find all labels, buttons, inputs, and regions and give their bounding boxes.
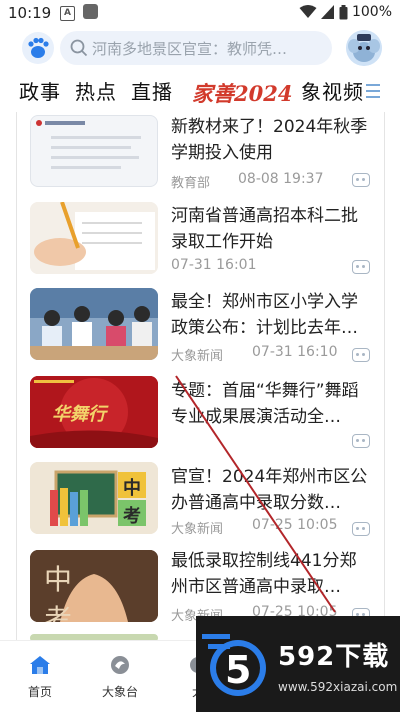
news-title[interactable]: 新教材来了！2024年秋季学期投入使用 (171, 114, 371, 166)
news-title[interactable]: 河南省普通高招本科二批录取工作开始 (171, 203, 371, 255)
news-feed[interactable]: 新教材来了！2024年秋季学期投入使用 教育部 08-08 19:37 河南省普… (0, 112, 400, 640)
news-thumbnail-dance-event: 华舞行 (30, 376, 158, 448)
news-item[interactable]: 华舞行 专题：首届“华舞行”舞蹈专业成果展演活动全… (0, 376, 400, 463)
news-source: 教育部 (171, 176, 211, 191)
tab-xiangshipin[interactable]: 象视频 (301, 76, 364, 105)
zhongkao-block-char-1: 中 (123, 478, 141, 499)
news-item[interactable]: 河南省普通高招本科二批录取工作开始 07-31 16:01 (0, 200, 400, 287)
news-item[interactable]: 中 考 官宣！2024年郑州市区公办普通高中录取分数… 大象新闻 07-25 1… (0, 462, 400, 549)
status-time: 10:19 (8, 4, 52, 22)
comment-icon[interactable] (352, 522, 370, 536)
home-icon (30, 656, 50, 674)
news-thumbnail-zhongkao-hands: 中 考 (30, 550, 158, 622)
dance-event-logo-text: 华舞行 (52, 404, 106, 425)
news-thumbnail-classroom (30, 288, 158, 360)
search-input[interactable]: 河南多地景区官宣：教师凭… (60, 31, 332, 65)
comment-icon[interactable] (352, 173, 370, 187)
search-icon (70, 39, 88, 57)
watermark-title: 592下载 (278, 642, 390, 672)
news-title[interactable]: 最低录取控制线441分郑州市区普通高中录取… (171, 548, 371, 600)
avatar[interactable] (346, 30, 382, 66)
news-title[interactable]: 官宣！2024年郑州市区公办普通高中录取分数… (171, 464, 371, 516)
news-item[interactable]: 新教材来了！2024年秋季学期投入使用 教育部 08-08 19:37 (0, 112, 400, 199)
tab-zhengshi[interactable]: 政事 (19, 76, 61, 105)
tab-label: 大象台 (101, 685, 138, 699)
news-thumbnail-exam (30, 202, 158, 274)
battery-icon (339, 4, 348, 19)
comment-icon[interactable] (352, 260, 370, 274)
wifi-icon (299, 5, 317, 18)
search-header: 河南多地景区官宣：教师凭… (0, 28, 400, 70)
watermark-badge-number: 5 (225, 648, 252, 692)
menu-icon[interactable] (366, 84, 380, 102)
elephant-tv-icon (111, 656, 129, 674)
search-placeholder: 河南多地景区官宣：教师凭… (92, 39, 288, 58)
news-time: 07-31 16:01 (171, 257, 257, 273)
status-right: 100% (299, 4, 392, 20)
tab-zhibo[interactable]: 直播 (131, 76, 173, 105)
tab-redian[interactable]: 热点 (75, 76, 117, 105)
tab-label: 首页 (27, 685, 52, 699)
notification-a-icon: A (60, 6, 75, 21)
news-thumbnail-zhongkao-blocks: 中 考 (30, 462, 158, 534)
comment-icon[interactable] (352, 434, 370, 448)
news-item[interactable]: 最全！郑州市区小学入学政策公布：计划比去年… 大象新闻 07-31 16:10 (0, 288, 400, 375)
status-bar: 10:19 A 100% (0, 0, 400, 28)
news-thumbnail-document (30, 115, 158, 187)
tab-home[interactable]: 首页 (10, 655, 70, 700)
signal-icon (320, 5, 334, 19)
watermark-592xiazai: 5 592下载 www.592xiazai.com (196, 616, 400, 712)
watermark-url: www.592xiazai.com (278, 680, 398, 694)
news-time: 07-31 16:10 (252, 344, 338, 360)
channel-nav: 政事 热点 直播 家善2024 象视频 (0, 72, 400, 112)
comment-icon[interactable] (352, 348, 370, 362)
news-title[interactable]: 最全！郑州市区小学入学政策公布：计划比去年… (171, 289, 371, 341)
tab-daxiangtai[interactable]: 大象台 (90, 655, 150, 700)
news-title[interactable]: 专题：首届“华舞行”舞蹈专业成果展演活动全… (171, 378, 371, 430)
battery-percent: 100% (351, 4, 392, 20)
app-logo-icon[interactable] (22, 32, 54, 64)
news-source: 大象新闻 (171, 522, 224, 537)
news-source: 大象新闻 (171, 349, 224, 364)
news-time: 08-08 19:37 (238, 171, 324, 187)
zhongkao-block-char-2: 考 (123, 506, 141, 527)
tab-special-2024[interactable]: 家善2024 (192, 78, 292, 108)
news-time: 07-25 10:05 (252, 517, 338, 533)
notification-square-icon (83, 4, 98, 19)
zhongkao-hands-text: 中 考 (44, 563, 93, 622)
